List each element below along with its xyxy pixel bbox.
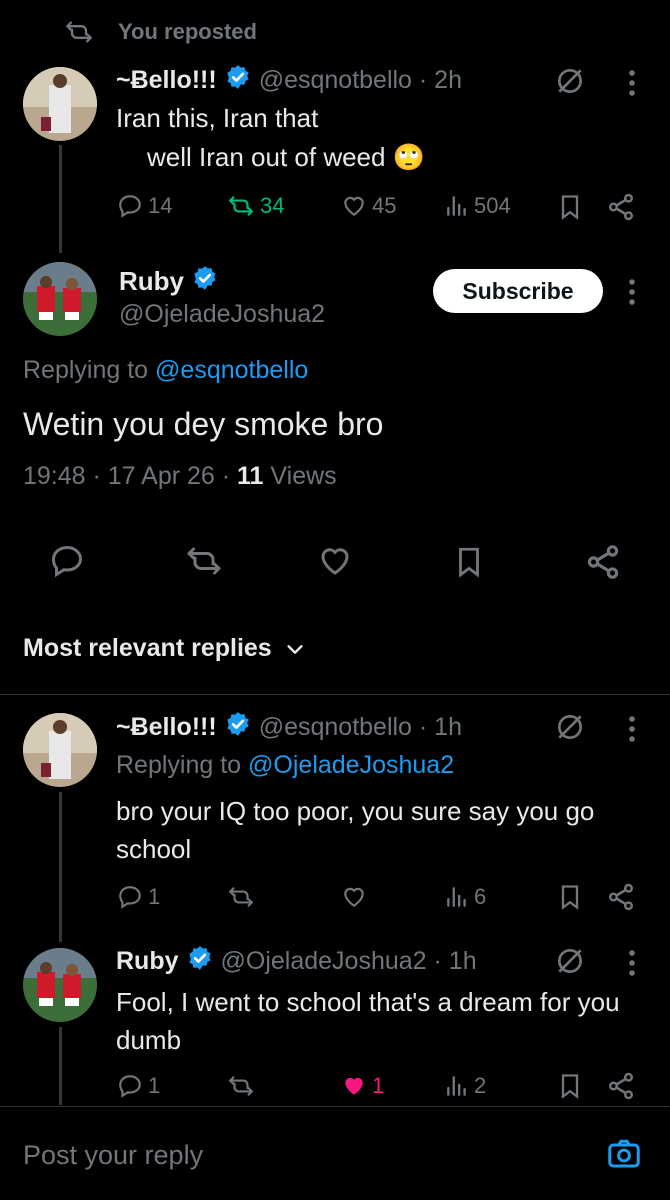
share-icon[interactable] [606, 192, 636, 222]
repost-button[interactable]: 34 [226, 193, 284, 219]
reply-button[interactable]: 1 [116, 1073, 160, 1099]
share-icon[interactable] [606, 1071, 636, 1101]
tweet-header: ~Ƀello!!! @esqnotbello · 2h [116, 64, 462, 97]
replying-to: Replying to @OjeladeJoshua2 [116, 751, 454, 780]
more-options-icon[interactable] [622, 948, 642, 978]
views-button[interactable]: 2 [444, 1073, 486, 1099]
views-icon [444, 193, 470, 219]
reply-header: ~Ƀello!!! @esqnotbello · 1h [116, 711, 462, 744]
bookmark-icon[interactable] [556, 1071, 584, 1101]
views-count: 11 [237, 462, 264, 490]
repost-icon[interactable] [184, 543, 224, 579]
main-tweet-text: Wetin you dey smoke bro [23, 406, 384, 442]
grok-icon[interactable] [554, 945, 586, 977]
author-name[interactable]: ~Ƀello!!! [116, 713, 217, 742]
repost-icon[interactable] [226, 1073, 256, 1099]
replying-to-label: Replying to [23, 356, 149, 384]
more-options-icon[interactable] [622, 68, 642, 98]
repost-count: 34 [260, 193, 285, 218]
views-count: 504 [474, 193, 511, 218]
views-label: Views [263, 462, 337, 490]
thread-line [59, 792, 62, 942]
avatar[interactable] [23, 67, 97, 141]
avatar[interactable] [23, 948, 97, 1022]
tweet-text-line: well Iran out of weed 🙄 [147, 142, 426, 172]
bookmark-icon[interactable] [556, 882, 584, 912]
heart-icon [340, 193, 368, 219]
replying-to-label: Replying to [116, 751, 249, 779]
reply-icon[interactable] [48, 543, 86, 579]
heart-icon[interactable] [316, 543, 354, 579]
share-icon[interactable] [584, 543, 622, 581]
divider [0, 694, 670, 695]
author-handle-time[interactable]: @esqnotbello · 2h [259, 66, 462, 95]
reply-icon [116, 1073, 144, 1099]
author-name[interactable]: Ruby [116, 947, 179, 976]
views-count: 2 [474, 1073, 487, 1098]
views-icon [444, 1073, 470, 1099]
reply-button[interactable]: 1 [116, 884, 160, 910]
bookmark-icon[interactable] [452, 543, 486, 581]
reply-count: 14 [148, 193, 173, 218]
author-handle-time[interactable]: @esqnotbello · 1h [259, 713, 462, 742]
reply-count: 1 [148, 884, 161, 909]
repost-banner-text: You reposted [118, 19, 257, 44]
views-button[interactable]: 6 [444, 884, 486, 910]
views-icon [444, 884, 470, 910]
avatar[interactable] [23, 262, 97, 336]
replying-to: Replying to @esqnotbello [23, 356, 308, 385]
verified-badge-icon [192, 265, 218, 298]
replies-sort-dropdown[interactable]: Most relevant replies [23, 634, 306, 663]
grok-icon[interactable] [554, 65, 586, 97]
reply-button[interactable]: 14 [116, 193, 172, 219]
repost-icon [62, 18, 96, 46]
camera-icon[interactable] [605, 1136, 643, 1172]
replying-to-handle[interactable]: @OjeladeJoshua2 [248, 751, 454, 779]
verified-badge-icon [225, 64, 251, 97]
tweet-text: Iran this, Iran that well Iran out of we… [116, 103, 425, 173]
reply-icon [116, 193, 144, 219]
author-name[interactable]: ~Ƀello!!! [116, 66, 217, 95]
thread-line [59, 1027, 62, 1105]
repost-banner: You reposted [62, 18, 257, 46]
like-count: 45 [372, 193, 397, 218]
chevron-down-icon [284, 638, 306, 660]
like-count: 1 [372, 1073, 385, 1098]
divider [0, 1106, 670, 1107]
reply-text: bro your IQ too poor, you sure say you g… [116, 796, 595, 864]
tweet-text-line: Iran this, Iran that [116, 103, 319, 133]
tweet-timestamp: 19:48 · 17 Apr 26 · 11 Views [23, 462, 337, 491]
share-icon[interactable] [606, 882, 636, 912]
verified-badge-icon [187, 945, 213, 978]
main-tweet-header: Ruby [119, 265, 218, 298]
repost-icon [226, 193, 256, 219]
views-button[interactable]: 504 [444, 193, 511, 219]
heart-filled-icon [340, 1073, 368, 1099]
reply-icon [116, 884, 144, 910]
reply-count: 1 [148, 1073, 161, 1098]
reply-header: Ruby @OjeladeJoshua2 · 1h [116, 945, 477, 978]
bookmark-icon[interactable] [556, 192, 584, 222]
reply-input[interactable] [23, 1130, 563, 1180]
views-count: 6 [474, 884, 487, 909]
subscribe-button[interactable]: Subscribe [433, 269, 603, 313]
verified-badge-icon [225, 711, 251, 744]
repost-icon[interactable] [226, 884, 256, 910]
sort-label: Most relevant replies [23, 634, 272, 662]
avatar[interactable] [23, 713, 97, 787]
more-options-icon[interactable] [622, 714, 642, 744]
replying-to-handle[interactable]: @esqnotbello [155, 356, 308, 384]
reply-text: Fool, I went to school that's a dream fo… [116, 987, 620, 1055]
grok-icon[interactable] [554, 711, 586, 743]
thread-line [59, 145, 62, 253]
author-name[interactable]: Ruby [119, 266, 184, 297]
more-options-icon[interactable] [622, 277, 642, 307]
timestamp-text[interactable]: 19:48 · 17 Apr 26 · [23, 462, 237, 490]
like-button[interactable]: 45 [340, 193, 396, 219]
author-handle[interactable]: @OjeladeJoshua2 [119, 300, 325, 329]
author-handle-time[interactable]: @OjeladeJoshua2 · 1h [221, 947, 477, 976]
heart-icon[interactable] [340, 884, 368, 910]
like-button[interactable]: 1 [340, 1073, 384, 1099]
